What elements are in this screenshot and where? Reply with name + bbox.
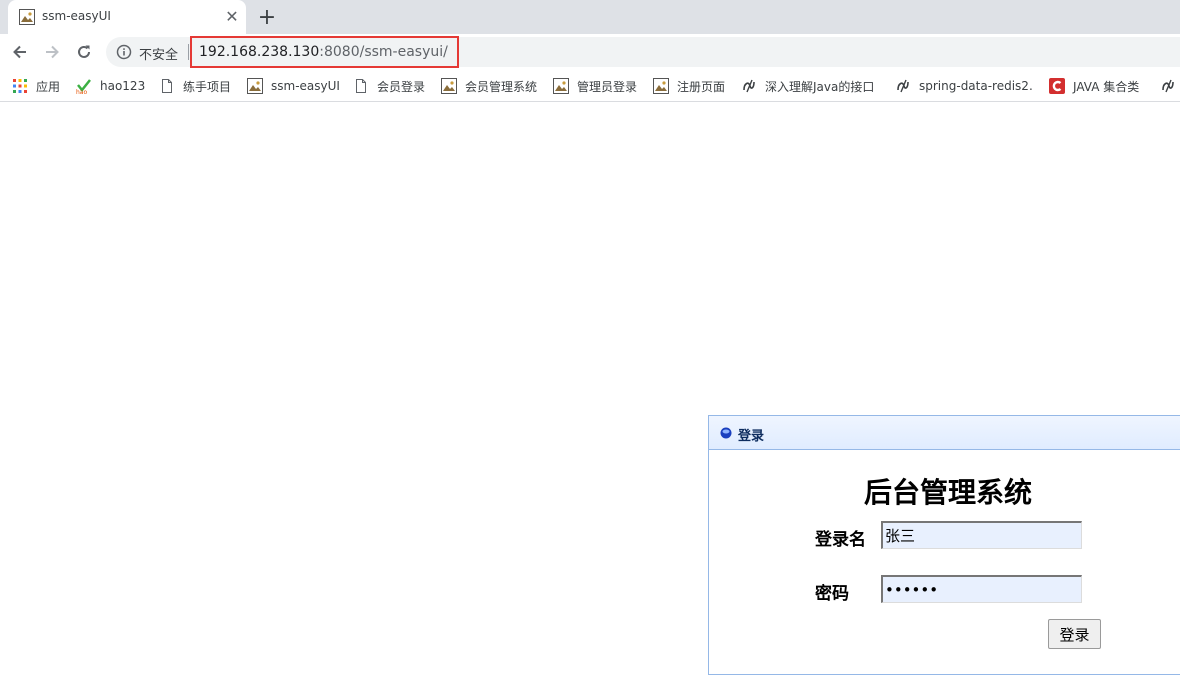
login-button[interactable]: 登录 — [1048, 619, 1101, 649]
csdn-icon — [1049, 78, 1065, 94]
bookmark-overflow[interactable] — [1160, 77, 1180, 95]
bookmark-ssm-easyui[interactable]: ssm-easyUI — [247, 77, 340, 95]
browser-tab[interactable]: ssm-easyUI ✕ — [8, 0, 246, 34]
bookmarks-bar: 应用 hao hao123 练手项目 ssm-easyUI 会员登录 会员管理系… — [0, 70, 1180, 102]
bookmark-java-collections[interactable]: JAVA 集合类 — [1049, 77, 1139, 95]
password-label: 密码 — [815, 584, 849, 604]
bookmark-label: hao123 — [100, 79, 146, 93]
password-input[interactable] — [881, 575, 1082, 603]
url-highlight-box — [190, 36, 459, 68]
image-favicon-icon — [553, 78, 569, 94]
bookmark-spring-data-redis[interactable]: spring-data-redis2. — [895, 77, 1035, 95]
login-panel-title: 登录 — [738, 429, 765, 444]
panel-bullet-icon — [720, 427, 732, 439]
image-favicon-icon — [19, 9, 35, 25]
bookmark-label: 练手项目 — [183, 79, 232, 94]
bookmark-hao123[interactable]: hao hao123 — [76, 77, 145, 95]
system-title: 后台管理系统 — [864, 476, 1033, 509]
forward-arrow-icon — [46, 45, 59, 59]
script-icon — [1162, 79, 1174, 93]
reload-button[interactable] — [71, 39, 97, 65]
bookmark-label: spring-data-redis2. — [919, 79, 1033, 93]
login-panel-header: 登录 — [709, 416, 1180, 450]
info-icon[interactable] — [116, 44, 132, 60]
bookmark-register-page[interactable]: 注册页面 — [653, 77, 725, 95]
svg-text:hao: hao — [76, 89, 87, 94]
bookmark-label: 深入理解Java的接口 — [765, 79, 875, 94]
new-tab-button[interactable]: + — [255, 5, 279, 30]
username-input[interactable] — [881, 521, 1082, 549]
hao123-icon: hao — [76, 79, 91, 94]
bookmark-label: 管理员登录 — [577, 79, 638, 94]
script-icon — [897, 79, 909, 93]
bookmark-label: ssm-easyUI — [271, 79, 340, 93]
tab-title: ssm-easyUI — [42, 9, 111, 23]
bookmark-member-management[interactable]: 会员管理系统 — [441, 77, 537, 95]
back-arrow-icon — [13, 45, 26, 59]
bookmark-label: 会员管理系统 — [465, 79, 538, 94]
page-icon — [162, 79, 172, 93]
script-icon — [743, 79, 755, 93]
bookmark-admin-login[interactable]: 管理员登录 — [553, 77, 637, 95]
back-button[interactable] — [7, 39, 33, 65]
tab-close-icon[interactable]: ✕ — [222, 6, 242, 26]
forward-button[interactable] — [39, 39, 65, 65]
image-favicon-icon — [247, 78, 263, 94]
bookmark-practice-projects[interactable]: 练手项目 — [159, 77, 231, 95]
bookmark-label: 注册页面 — [677, 79, 726, 94]
reload-icon — [78, 45, 90, 58]
page-icon — [356, 79, 366, 93]
bookmark-label: 应用 — [36, 79, 61, 94]
bookmark-apps[interactable]: 应用 — [12, 77, 60, 95]
bookmark-java-interface[interactable]: 深入理解Java的接口 — [741, 77, 881, 95]
image-favicon-icon — [441, 78, 457, 94]
bookmark-member-login[interactable]: 会员登录 — [353, 77, 425, 95]
apps-grid-icon — [13, 79, 27, 93]
tab-strip: ssm-easyUI ✕ + — [0, 0, 1180, 34]
browser-toolbar: 不安全 192.168.238.130:8080/ssm-easyui/ — [0, 34, 1180, 70]
address-divider — [188, 44, 189, 60]
image-favicon-icon — [653, 78, 669, 94]
bookmark-label: 会员登录 — [377, 79, 426, 94]
username-label: 登录名 — [815, 530, 866, 550]
bookmark-label: JAVA 集合类 — [1073, 79, 1140, 94]
security-label[interactable]: 不安全 — [139, 44, 178, 63]
login-panel: 登录 后台管理系统 登录名 密码 登录 — [708, 415, 1180, 675]
